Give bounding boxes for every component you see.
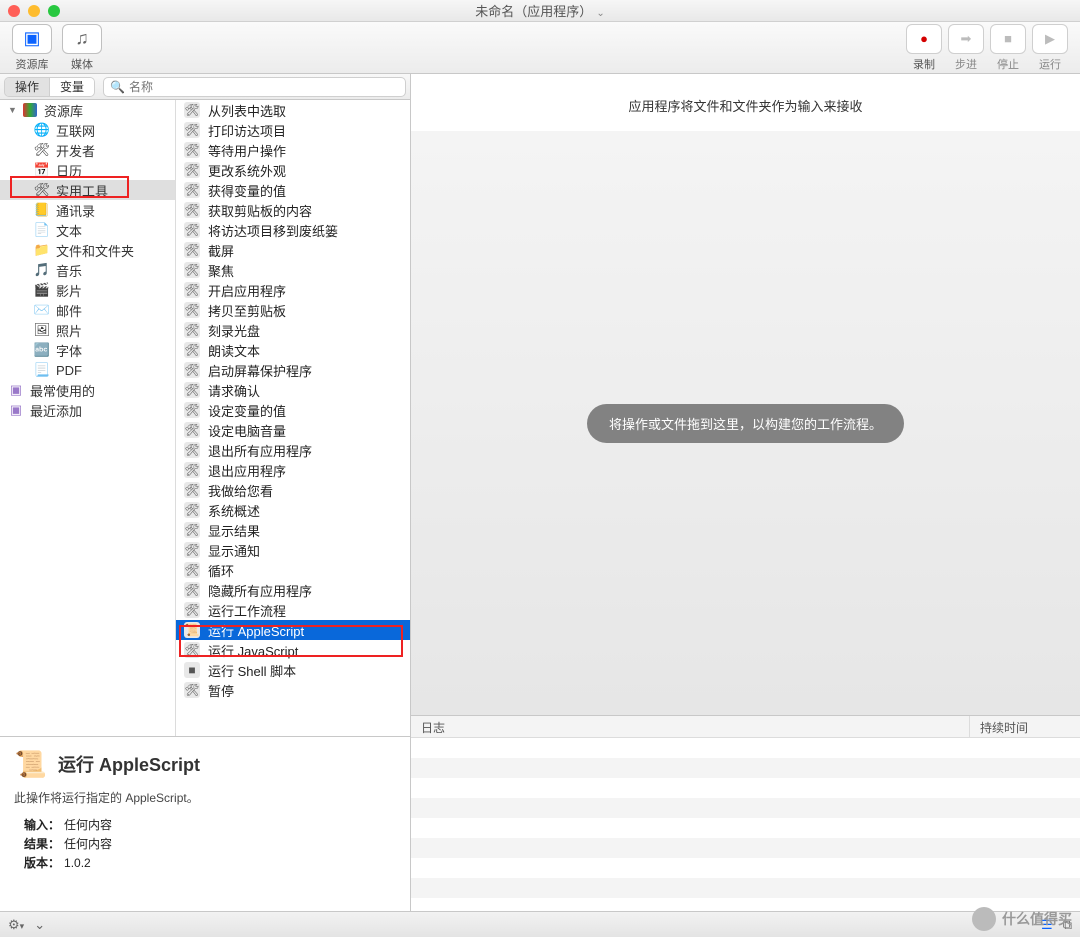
stop-button[interactable]: ■ 停止 <box>990 24 1026 72</box>
watermark-icon <box>972 907 996 931</box>
category-item[interactable]: 🎬影片 <box>0 280 175 300</box>
action-item[interactable]: 🛠暂停 <box>176 680 410 700</box>
action-description-panel: 📜 运行 AppleScript 此操作将运行指定的 AppleScript。 … <box>0 736 410 911</box>
action-item[interactable]: 🛠我做给您看 <box>176 480 410 500</box>
search-field[interactable]: 🔍 <box>103 77 406 97</box>
action-item[interactable]: 🛠更改系统外观 <box>176 160 410 180</box>
record-button[interactable]: ● 录制 <box>906 24 942 72</box>
tab-actions[interactable]: 操作 <box>5 78 50 96</box>
watermark: 什么值得买 <box>972 907 1072 931</box>
action-item[interactable]: 🛠聚焦 <box>176 260 410 280</box>
action-item[interactable]: 🛠截屏 <box>176 240 410 260</box>
action-item[interactable]: 🛠显示通知 <box>176 540 410 560</box>
category-item[interactable]: ✉️邮件 <box>0 300 175 320</box>
action-item[interactable]: 🛠退出所有应用程序 <box>176 440 410 460</box>
action-item[interactable]: 🛠设定变量的值 <box>176 400 410 420</box>
run-button[interactable]: ▶ 运行 <box>1032 24 1068 72</box>
category-item[interactable]: 🛠实用工具 <box>0 180 175 200</box>
category-list[interactable]: ▼资源库🌐互联网🛠开发者📅日历🛠实用工具📒通讯录📄文本📁文件和文件夹🎵音乐🎬影片… <box>0 100 176 736</box>
action-item[interactable]: 🛠循环 <box>176 560 410 580</box>
minimize-window-button[interactable] <box>28 5 40 17</box>
action-title: 运行 AppleScript <box>58 751 200 777</box>
media-icon: ♫ <box>75 28 89 49</box>
action-item[interactable]: 🛠从列表中选取 <box>176 100 410 120</box>
smart-folder-item[interactable]: ▣最常使用的 <box>0 380 175 400</box>
applescript-icon: 📜 <box>14 747 48 781</box>
media-button[interactable]: ♫ 媒体 <box>62 24 102 72</box>
category-item[interactable]: 📁文件和文件夹 <box>0 240 175 260</box>
action-item[interactable]: 🛠等待用户操作 <box>176 140 410 160</box>
category-item[interactable]: 🔤字体 <box>0 340 175 360</box>
action-description: 此操作将运行指定的 AppleScript。 <box>14 789 396 806</box>
action-item[interactable]: 🛠运行工作流程 <box>176 600 410 620</box>
search-input[interactable] <box>129 80 399 94</box>
category-item[interactable]: 📃PDF <box>0 360 175 380</box>
action-item[interactable]: 🛠启动屏幕保护程序 <box>176 360 410 380</box>
category-item[interactable]: 📄文本 <box>0 220 175 240</box>
log-panel: 日志 持续时间 <box>411 715 1080 911</box>
workflow-canvas[interactable]: 将操作或文件拖到这里，以构建您的工作流程。 <box>411 131 1080 715</box>
action-item[interactable]: 🛠开启应用程序 <box>176 280 410 300</box>
step-button[interactable]: ➡ 步进 <box>948 24 984 72</box>
action-item[interactable]: 🛠获得变量的值 <box>176 180 410 200</box>
log-rows <box>411 738 1080 911</box>
action-item[interactable]: 🛠设定电脑音量 <box>176 420 410 440</box>
action-item[interactable]: 🛠系统概述 <box>176 500 410 520</box>
action-item[interactable]: 🛠朗读文本 <box>176 340 410 360</box>
smart-folder-item[interactable]: ▣最近添加 <box>0 400 175 420</box>
window-title[interactable]: 未命名（应用程序）⌄ <box>475 1 604 20</box>
gear-menu-icon[interactable]: ⚙︎▾ <box>8 917 24 933</box>
log-col-log[interactable]: 日志 <box>411 716 970 737</box>
search-icon: 🔍 <box>110 80 125 94</box>
library-tabs-row: 操作 变量 🔍 <box>0 74 410 100</box>
tab-variables[interactable]: 变量 <box>50 78 94 96</box>
action-item[interactable]: 🛠运行 JavaScript <box>176 640 410 660</box>
workflow-hint: 将操作或文件拖到这里，以构建您的工作流程。 <box>587 404 904 443</box>
category-item[interactable]: 🛠开发者 <box>0 140 175 160</box>
library-root[interactable]: ▼资源库 <box>0 100 175 120</box>
toolbar: ▣ 资源库 ♫ 媒体 ● 录制 ➡ 步进 ■ 停止 ▶ 运行 <box>0 22 1080 74</box>
sidebar-icon: ▣ <box>23 28 40 49</box>
traffic-lights <box>8 5 60 17</box>
chevron-down-icon: ⌄ <box>596 8 604 19</box>
action-item[interactable]: 📜运行 AppleScript <box>176 620 410 640</box>
category-item[interactable]: 📒通讯录 <box>0 200 175 220</box>
status-bar: ⚙︎▾ ⌄ ☰ ⧉ <box>0 911 1080 937</box>
action-item[interactable]: 🛠打印访达项目 <box>176 120 410 140</box>
action-item[interactable]: 🛠退出应用程序 <box>176 460 410 480</box>
category-item[interactable]: 🖼照片 <box>0 320 175 340</box>
titlebar: 未命名（应用程序）⌄ <box>0 0 1080 22</box>
toggle-description-icon[interactable]: ⌄ <box>34 917 45 933</box>
action-item[interactable]: 🛠拷贝至剪贴板 <box>176 300 410 320</box>
action-item[interactable]: 🛠将访达项目移到废纸篓 <box>176 220 410 240</box>
action-item[interactable]: 🛠隐藏所有应用程序 <box>176 580 410 600</box>
action-item[interactable]: 🛠显示结果 <box>176 520 410 540</box>
zoom-window-button[interactable] <box>48 5 60 17</box>
category-item[interactable]: 📅日历 <box>0 160 175 180</box>
action-item[interactable]: 🛠获取剪贴板的内容 <box>176 200 410 220</box>
library-toggle-button[interactable]: ▣ 资源库 <box>12 24 52 72</box>
action-item[interactable]: 🛠请求确认 <box>176 380 410 400</box>
action-item[interactable]: 🛠刻录光盘 <box>176 320 410 340</box>
close-window-button[interactable] <box>8 5 20 17</box>
category-item[interactable]: 🌐互联网 <box>0 120 175 140</box>
action-item[interactable]: ■运行 Shell 脚本 <box>176 660 410 680</box>
action-list[interactable]: 🛠从列表中选取🛠打印访达项目🛠等待用户操作🛠更改系统外观🛠获得变量的值🛠获取剪贴… <box>176 100 410 736</box>
workflow-input-header: 应用程序将文件和文件夹作为输入来接收 <box>411 74 1080 131</box>
log-col-duration[interactable]: 持续时间 <box>970 716 1080 737</box>
category-item[interactable]: 🎵音乐 <box>0 260 175 280</box>
